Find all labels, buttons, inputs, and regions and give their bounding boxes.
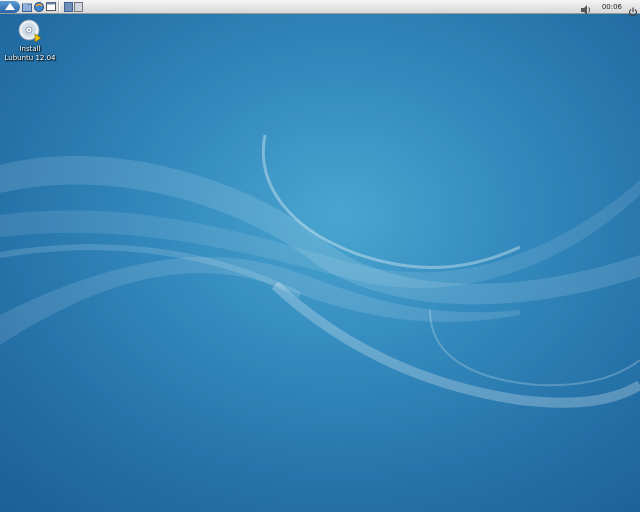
desktop-icon-label-line2: Lubuntu 12.04 — [4, 54, 56, 62]
desktop-pager — [64, 1, 84, 12]
desktop-2-button[interactable] — [74, 1, 83, 12]
desktop-icon-install-lubuntu[interactable]: Install Lubuntu 12.04 — [4, 19, 56, 63]
file-manager-icon[interactable] — [21, 1, 32, 13]
top-panel: 00:06 — [0, 0, 640, 17]
speaker-icon[interactable] — [580, 1, 592, 15]
panel-separator — [58, 0, 60, 13]
desktop-1-button[interactable] — [64, 1, 73, 12]
cd-install-icon — [18, 19, 42, 43]
power-icon[interactable] — [628, 2, 638, 17]
menu-icon[interactable] — [0, 0, 20, 13]
web-browser-icon[interactable] — [33, 1, 44, 13]
wallpaper — [0, 134, 640, 408]
system-tray: 00:06 — [580, 0, 638, 17]
minimize-all-icon[interactable] — [45, 1, 56, 13]
desktop-icon-label-line1: Install — [19, 45, 41, 53]
clock[interactable]: 00:06 — [602, 3, 622, 11]
